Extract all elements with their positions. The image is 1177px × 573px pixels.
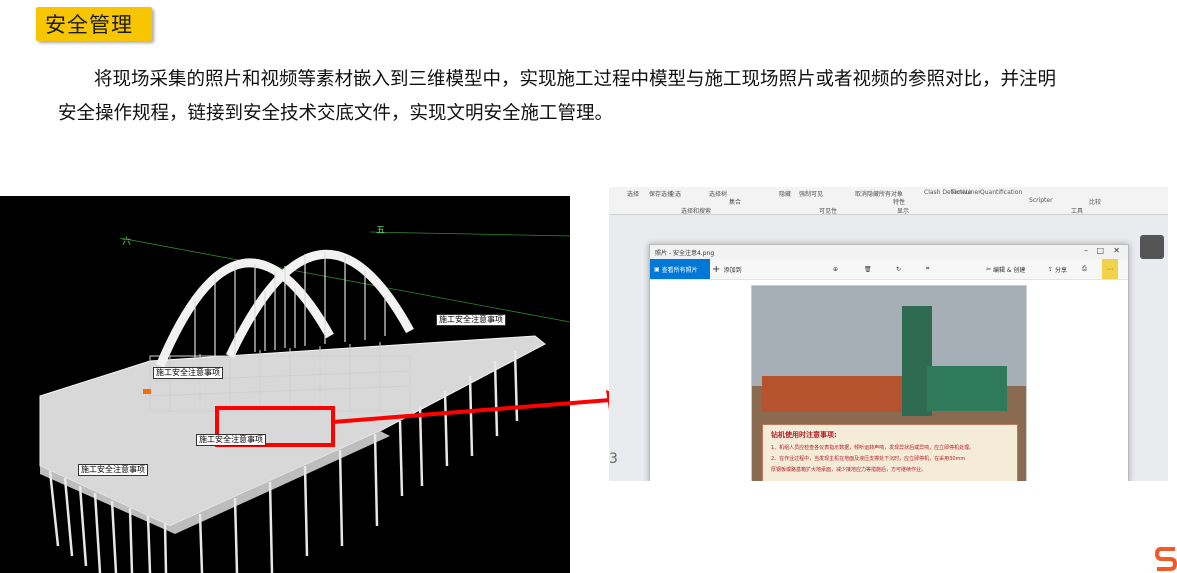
ribbon-require[interactable]: 强制可见 xyxy=(799,189,823,198)
ribbon-group-select: 选择和搜索 xyxy=(681,208,712,215)
safety-label-1[interactable]: 施工安全注意事项 xyxy=(436,314,506,326)
minimize-icon[interactable]: – xyxy=(1084,246,1088,255)
share-button[interactable]: ⇪ 分享 xyxy=(1048,259,1067,279)
ribbon-properties[interactable]: 特性 xyxy=(893,197,905,206)
ribbon-quantification[interactable]: Quantification xyxy=(980,189,1022,196)
link-arrow xyxy=(332,390,626,424)
grid-label-6: 六 xyxy=(122,237,132,247)
ribbon-group-tools: 工具 xyxy=(1071,208,1084,215)
description-line-2: 安全操作规程，链接到安全技术交底文件，实现文明安全施工管理。 xyxy=(58,103,614,124)
safety-label-4[interactable]: 施工安全注意事项 xyxy=(78,464,148,476)
see-all-photos-button[interactable]: ▣ 查看所有照片 xyxy=(650,259,710,279)
zoom-icon[interactable]: ⊕ xyxy=(833,259,838,279)
notice-title: 钻机使用时注意事项: xyxy=(771,431,837,439)
rotate-icon[interactable]: ↻ xyxy=(896,259,901,279)
ribbon-select[interactable]: 选择 xyxy=(627,189,639,198)
grid-label-5: 五 xyxy=(376,226,386,236)
ribbon-compare[interactable]: 比较 xyxy=(1089,197,1101,206)
plus-icon: + xyxy=(712,263,724,275)
ribbon-group-visibility: 可见性 xyxy=(819,208,838,215)
delete-icon[interactable]: 🗑 xyxy=(864,259,872,279)
edit-create-button[interactable]: ✂ 编辑 & 创建 xyxy=(986,259,1025,279)
more-icon[interactable]: ⋯ xyxy=(1102,259,1118,279)
safety-notice-board: 钻机使用时注意事项: 1、机组人员应检查各仪表指示数据，倾听运转声响，发现异状后… xyxy=(762,424,1018,481)
edit-icon: ✂ xyxy=(986,265,993,273)
ribbon-sets[interactable]: 集合 xyxy=(729,197,741,206)
ribbon-timeliner[interactable]: TimeLiner xyxy=(951,189,981,196)
ribbon-group-display: 显示 xyxy=(897,208,910,215)
photo-canvas: 钻机使用时注意事项: 1、机组人员应检查各仪表指示数据，倾听运转声响，发现异状后… xyxy=(650,280,1128,481)
notice-line-3: 厚钢板或路基箱扩大地承面，减少接地应力等措施后，方可继续作业。 xyxy=(771,467,927,473)
photos-title-bar: 照片 - 安全注意4.png – □ ✕ xyxy=(650,245,1128,259)
notice-line-2: 2、在作业过程中，当发现主机在地面及液压支撑处下沉时，应立即停机，在采用30mm xyxy=(771,456,966,462)
description-paragraph: 将现场采集的照片和视频等素材嵌入到三维模型中，实现施工过程中模型与施工现场照片或… xyxy=(58,63,1158,131)
description-line-1: 将现场采集的照片和视频等素材嵌入到三维模型中，实现施工过程中模型与施工现场照片或… xyxy=(94,69,1057,90)
maximize-icon[interactable]: □ xyxy=(1096,246,1104,255)
brand-logo xyxy=(1155,547,1177,571)
share-icon: ⇪ xyxy=(1048,265,1055,273)
navisworks-screenshot: 选择 保存选择 全选 选择树 集合 隐藏 强制可见 取消隐藏所有对象 特性 Cl… xyxy=(609,187,1168,481)
photos-app-window: 照片 - 安全注意4.png – □ ✕ ▣ 查看所有照片 + 添加到 ⊕ 🗑 … xyxy=(649,244,1129,481)
photos-toolbar: ▣ 查看所有照片 + 添加到 ⊕ 🗑 ↻ ⌗ ✂ 编辑 & 创建 ⇪ 分享 ⎙ … xyxy=(650,259,1128,280)
page-number: 3 xyxy=(609,451,618,467)
ribbon-hide[interactable]: 隐藏 xyxy=(779,189,791,198)
site-photo: 钻机使用时注意事项: 1、机组人员应检查各仪表指示数据，倾听运转声响，发现异状后… xyxy=(751,285,1027,481)
section-title: 安全管理 xyxy=(45,13,133,37)
notice-line-1: 1、机组人员应检查各仪表指示数据，倾听运转声响，发现异状后或异响，应立即停机处理… xyxy=(771,445,975,451)
ribbon-select-all[interactable]: 全选 xyxy=(669,189,681,198)
ribbon-select-tree[interactable]: 选择树 xyxy=(709,189,727,198)
photos-icon: ▣ xyxy=(654,265,662,273)
safety-label-2[interactable]: 施工安全注意事项 xyxy=(153,367,223,379)
ribbon-scripter[interactable]: Scripter xyxy=(1029,197,1053,204)
add-to-button[interactable]: + 添加到 xyxy=(712,259,742,279)
section-title-tag: 安全管理 xyxy=(36,7,152,41)
photos-title: 照片 - 安全注意4.png xyxy=(655,250,715,257)
safety-label-3[interactable]: 施工安全注意事项 xyxy=(196,434,266,446)
ribbon-toolbar: 选择 保存选择 全选 选择树 集合 隐藏 强制可见 取消隐藏所有对象 特性 Cl… xyxy=(609,187,1168,215)
print-icon[interactable]: ⎙ xyxy=(1082,259,1087,279)
close-icon[interactable]: ✕ xyxy=(1113,246,1120,255)
viewcube-icon[interactable] xyxy=(1140,235,1164,259)
crop-icon[interactable]: ⌗ xyxy=(926,259,929,279)
